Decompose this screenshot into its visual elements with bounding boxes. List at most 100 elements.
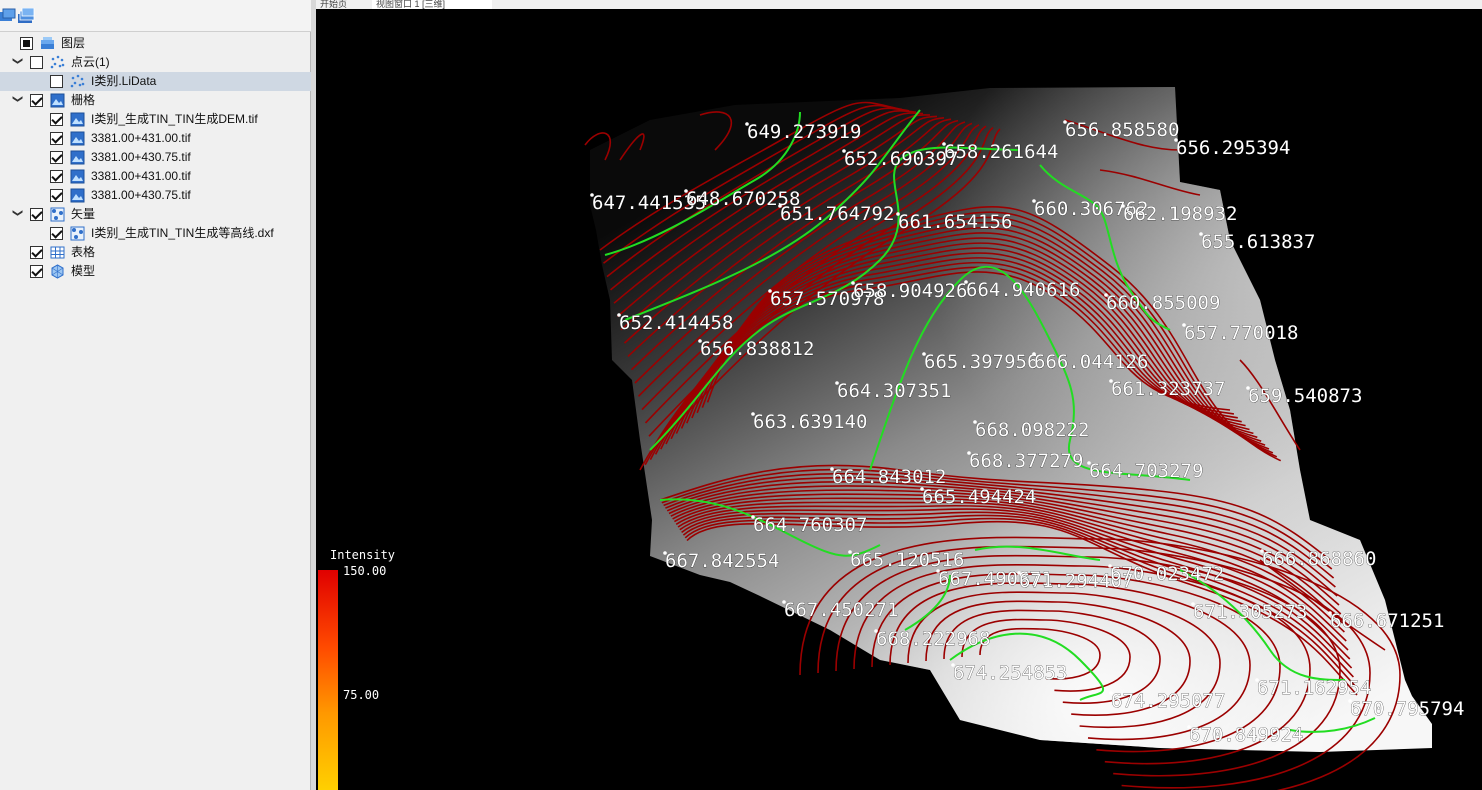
- layer-tree-row[interactable]: 表格: [0, 243, 311, 262]
- elevation-label: 664.843012: [832, 466, 946, 488]
- elevation-label: 656.838812: [700, 338, 814, 360]
- layer-tree-label: 栅格: [71, 93, 96, 107]
- elevation-label: 661.323737: [1111, 378, 1225, 400]
- layer-visibility-checkbox[interactable]: [50, 75, 63, 88]
- layer-tree-row[interactable]: 3381.00+431.00.tif: [0, 129, 311, 148]
- layer-visibility-checkbox[interactable]: [50, 151, 63, 164]
- layer-tree: 图层 ❯ 点云(1) I类别.LiData ❯ 栅格 I类别_生成TIN_TIN生成DEM.…: [0, 34, 311, 281]
- elevation-label: 665.494424: [922, 486, 1036, 508]
- elevation-label: 668.222968: [876, 628, 990, 650]
- elevation-label: 671.162954: [1257, 677, 1371, 699]
- elevation-label: 664.703279: [1089, 460, 1203, 482]
- layers-stack-icon[interactable]: [17, 8, 35, 24]
- elevation-label: 658.904926: [853, 280, 967, 302]
- elevation-label: 671.305273: [1193, 601, 1307, 623]
- layer-tree-row[interactable]: I类别.LiData: [0, 72, 311, 91]
- elevation-label: 659.540873: [1248, 385, 1362, 407]
- raster-icon: [70, 150, 85, 165]
- layer-tree-row[interactable]: I类别_生成TIN_TIN生成等高线.dxf: [0, 224, 311, 243]
- layers-icon: [41, 37, 54, 49]
- elevation-label: 656.295394: [1176, 137, 1290, 159]
- layer-tree-row[interactable]: 模型: [0, 262, 311, 281]
- elevation-label: 666.868860: [1262, 548, 1376, 570]
- layer-visibility-checkbox[interactable]: [30, 246, 43, 259]
- legend-max-label: 150.00: [343, 564, 387, 578]
- layer-panel: 图层 ❯ 点云(1) I类别.LiData ❯ 栅格 I类别_生成TIN_TIN生成DEM.…: [0, 0, 311, 790]
- elevation-label: 649.273919: [747, 121, 861, 143]
- table-icon: [50, 246, 65, 259]
- layer-tree-label: 3381.00+431.00.tif: [91, 131, 191, 145]
- elevation-label: 670.849924: [1189, 724, 1303, 746]
- vector-icon: [50, 207, 65, 222]
- legend-title: Intensity: [330, 548, 396, 562]
- layer-tree-row[interactable]: ❯ 点云(1): [0, 53, 311, 72]
- layer-tree-row[interactable]: 图层: [0, 34, 311, 53]
- raster-icon: [70, 188, 85, 203]
- add-layer-icon[interactable]: [0, 8, 18, 24]
- elevation-label: 663.639140: [753, 411, 867, 433]
- chevron-down-icon[interactable]: ❯: [11, 208, 23, 218]
- elevation-label: 656.858580: [1065, 119, 1179, 141]
- elevation-label: 674.254853: [953, 662, 1067, 684]
- layer-tree-row[interactable]: 3381.00+431.00.tif: [0, 167, 311, 186]
- model-icon: [51, 264, 64, 279]
- raster-icon: [70, 169, 85, 184]
- layer-visibility-checkbox[interactable]: [20, 37, 33, 50]
- layer-tree-label: 模型: [71, 264, 96, 278]
- pointcloud-icon: [70, 74, 85, 88]
- vector-icon: [70, 226, 85, 241]
- elevation-label: 657.770018: [1184, 322, 1298, 344]
- layer-visibility-checkbox[interactable]: [30, 265, 43, 278]
- elevation-label: 674.295077: [1111, 690, 1225, 712]
- layer-visibility-checkbox[interactable]: [30, 208, 43, 221]
- layer-tree-row[interactable]: ❯ 栅格: [0, 91, 311, 110]
- chevron-down-icon[interactable]: ❯: [11, 94, 23, 104]
- layer-tree-row[interactable]: 3381.00+430.75.tif: [0, 186, 311, 205]
- pointcloud-icon: [50, 55, 65, 69]
- legend-mid-label: 75.00: [343, 688, 380, 702]
- elevation-label: 666.044126: [1034, 351, 1148, 373]
- layer-tree-label: I类别_生成TIN_TIN生成等高线.dxf: [91, 226, 274, 240]
- legend-color-ramp: [318, 570, 338, 790]
- elevation-label: 664.307351: [837, 380, 951, 402]
- layer-toolbar: [0, 0, 311, 32]
- elevation-label: 667.842554: [665, 550, 779, 572]
- elevation-label: 666.671251: [1330, 610, 1444, 632]
- elevation-label: 664.760307: [753, 514, 867, 536]
- elevation-label: 667.450271: [784, 599, 898, 621]
- elevation-label: 664.940616: [966, 279, 1080, 301]
- raster-icon: [70, 131, 85, 146]
- elevation-label: 670.795794: [1350, 698, 1464, 720]
- elevation-label: 652.690397: [844, 148, 958, 170]
- elevation-label: 668.098222: [975, 419, 1089, 441]
- elevation-label: 668.377279: [969, 450, 1083, 472]
- map-viewport[interactable]: 开始页 视图窗口 1 [三维] 649.273919 656.858580 65…: [316, 0, 1482, 790]
- elevation-label: 655.613837: [1201, 231, 1315, 253]
- raster-icon: [70, 112, 85, 127]
- layer-tree-row[interactable]: 3381.00+430.75.tif: [0, 148, 311, 167]
- layer-tree-label: 图层: [61, 36, 86, 50]
- layer-visibility-checkbox[interactable]: [50, 132, 63, 145]
- layer-visibility-checkbox[interactable]: [50, 227, 63, 240]
- layer-visibility-checkbox[interactable]: [50, 189, 63, 202]
- elevation-label: 658.261644: [944, 141, 1058, 163]
- elevation-label: 660.855009: [1106, 292, 1220, 314]
- terrain-map[interactable]: 649.273919 656.858580656.295394 652.690397…: [316, 0, 1482, 790]
- elevation-label: 665.397956: [924, 351, 1038, 373]
- elevation-label: 651.764792: [780, 203, 894, 225]
- layer-visibility-checkbox[interactable]: [50, 170, 63, 183]
- raster-icon: [50, 93, 65, 108]
- layer-tree-label: 3381.00+430.75.tif: [91, 150, 191, 164]
- elevation-label: 661.654156: [898, 211, 1012, 233]
- layer-tree-row[interactable]: ❯ 矢量: [0, 205, 311, 224]
- layer-visibility-checkbox[interactable]: [30, 56, 43, 69]
- layer-tree-label: 表格: [71, 245, 96, 259]
- layer-tree-label: 矢量: [71, 207, 96, 221]
- layer-visibility-checkbox[interactable]: [30, 94, 43, 107]
- layer-tree-row[interactable]: I类别_生成TIN_TIN生成DEM.tif: [0, 110, 311, 129]
- layer-visibility-checkbox[interactable]: [50, 113, 63, 126]
- layer-tree-label: I类别_生成TIN_TIN生成DEM.tif: [91, 112, 258, 126]
- layer-tree-label: 3381.00+430.75.tif: [91, 188, 191, 202]
- chevron-down-icon[interactable]: ❯: [11, 56, 23, 66]
- layer-tree-label: 点云(1): [71, 55, 110, 69]
